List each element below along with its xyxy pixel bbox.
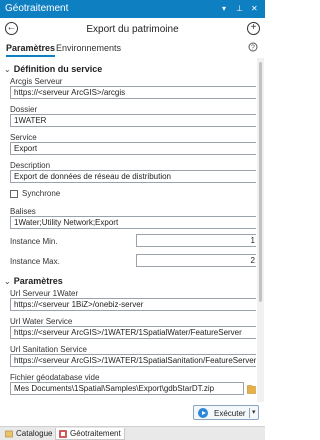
- catalogue-icon: [5, 430, 13, 438]
- gdb-label: Fichier géodatabase vide: [10, 373, 100, 382]
- section-parametres-title: Paramètres: [13, 276, 63, 286]
- instance-max-input[interactable]: 2: [136, 254, 256, 267]
- url-water-input[interactable]: https://<serveur ArcGIS>/1WATER/1Spatial…: [10, 326, 256, 339]
- tab-catalogue[interactable]: Catalogue: [2, 428, 55, 440]
- dossier-label: Dossier: [10, 105, 38, 114]
- tab-geotraitement[interactable]: Géotraitement: [55, 428, 125, 440]
- back-icon[interactable]: ←: [5, 22, 18, 35]
- run-options-dropdown-icon[interactable]: ▾: [252, 408, 256, 416]
- play-icon: [198, 408, 208, 418]
- description-label: Description: [10, 161, 51, 170]
- chevron-down-icon: ⌄: [4, 65, 11, 74]
- url-sanitation-input[interactable]: https://<serveur ArcGIS>/1WATER/1Spatial…: [10, 354, 256, 367]
- folder-browse-icon[interactable]: [247, 384, 256, 394]
- run-button[interactable]: Exécuter ▾: [193, 405, 259, 420]
- pane-options-dropdown-icon[interactable]: ▾: [222, 3, 226, 15]
- tab-catalogue-label: Catalogue: [16, 429, 53, 438]
- synchrone-label: Synchrone: [22, 189, 61, 198]
- add-icon[interactable]: +: [247, 22, 260, 35]
- svg-text:?: ?: [251, 45, 255, 52]
- parameters-panel: ⌄ Définition du service Arcgis Serveur ht…: [0, 58, 256, 402]
- help-icon[interactable]: ?: [248, 42, 258, 55]
- synchrone-checkbox[interactable]: [10, 190, 18, 198]
- instance-min-input[interactable]: 1: [136, 234, 256, 247]
- pin-icon[interactable]: ⊥: [236, 3, 243, 15]
- instance-max-label: Instance Max.: [10, 257, 60, 266]
- dossier-input[interactable]: 1WATER: [10, 114, 256, 127]
- url-server-input[interactable]: https://<serveur 1BiZ>/onebiz-server: [10, 298, 256, 311]
- run-button-divider: [249, 408, 250, 418]
- scrollbar-thumb[interactable]: [259, 62, 262, 302]
- run-button-label: Exécuter: [214, 409, 246, 418]
- balises-input[interactable]: 1Water;Utility Network;Export: [10, 216, 256, 229]
- pane-title: Géotraitement: [5, 3, 69, 14]
- arcgis-server-label: Arcgis Serveur: [10, 77, 63, 86]
- geotraitement-icon: [59, 430, 67, 438]
- pane-titlebar: Géotraitement ▾ ⊥ ✕: [0, 0, 265, 18]
- section-parametres-header[interactable]: ⌄ Paramètres: [4, 276, 63, 286]
- url-server-label: Url Serveur 1Water: [10, 289, 79, 298]
- tool-title: Export du patrimoine: [86, 24, 179, 35]
- vertical-scrollbar[interactable]: [257, 58, 264, 402]
- arcgis-server-input[interactable]: https://<serveur ArcGIS>/arcgis: [10, 86, 256, 99]
- section-definition-header[interactable]: ⌄ Définition du service: [4, 64, 102, 74]
- instance-min-label: Instance Min.: [10, 237, 58, 246]
- service-label: Service: [10, 133, 37, 142]
- tab-parametres[interactable]: Paramètres: [6, 43, 56, 57]
- tab-geotraitement-label: Géotraitement: [70, 429, 121, 438]
- chevron-down-icon: ⌄: [4, 277, 11, 286]
- gdb-input[interactable]: Mes Documents\1Spatial\Samples\Export\gd…: [10, 382, 244, 395]
- section-definition-title: Définition du service: [13, 64, 103, 74]
- tool-header: Export du patrimoine ← +: [0, 18, 265, 40]
- description-input[interactable]: Export de données de réseau de distribut…: [10, 170, 256, 183]
- service-input[interactable]: Export: [10, 142, 256, 155]
- tab-strip: Paramètres Environnements ?: [0, 40, 265, 57]
- close-icon[interactable]: ✕: [251, 3, 258, 15]
- tab-environnements[interactable]: Environnements: [56, 43, 121, 54]
- bottom-tab-bar: Catalogue Géotraitement: [0, 426, 265, 440]
- balises-label: Balises: [10, 207, 36, 216]
- url-water-label: Url Water Service: [10, 317, 73, 326]
- url-sanitation-label: Url Sanitation Service: [10, 345, 87, 354]
